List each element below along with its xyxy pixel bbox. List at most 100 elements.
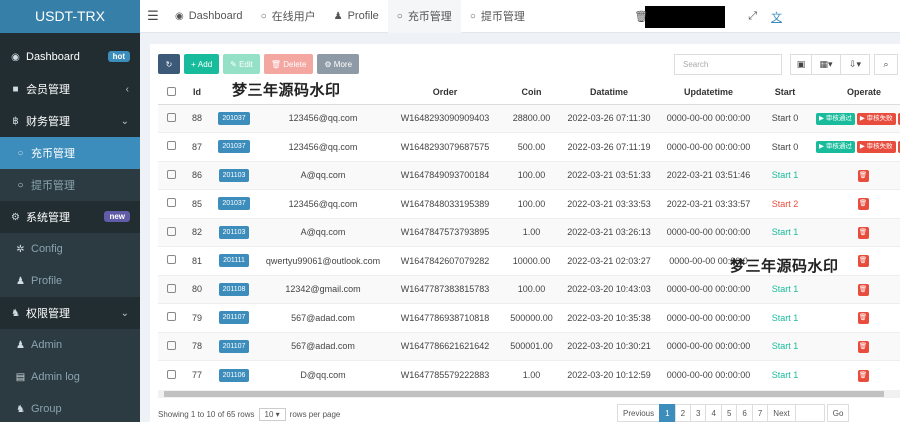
row-checkbox[interactable] [166, 312, 176, 322]
add-button[interactable]: + Add [184, 54, 220, 74]
col-coin[interactable]: Coin [502, 81, 561, 105]
row-checkbox[interactable] [166, 112, 176, 122]
tab-dashboard[interactable]: ◉ Dashboard [166, 0, 252, 33]
more-button[interactable]: ⚙ More [317, 54, 360, 74]
columns-button[interactable]: ▦▾ [811, 54, 841, 75]
table-row[interactable]: 82 201103 A@qq.com W1647847573793895 1.0… [158, 217, 900, 247]
page-4-button[interactable]: 4 [705, 404, 722, 422]
col-updatetime[interactable]: Updatetime [657, 81, 760, 105]
row-checkbox[interactable] [166, 340, 176, 350]
table-row[interactable]: 79 201107 567@adad.com W1647786938710818… [158, 303, 900, 332]
approve-button[interactable]: ▶ 审核通过 [816, 112, 855, 125]
search-input[interactable]: Search [674, 54, 782, 75]
row-checkbox[interactable] [166, 283, 176, 293]
language-icon[interactable]: 文 [771, 9, 782, 25]
refresh-button[interactable]: ↻ [158, 54, 180, 74]
sidebar-item-admin-log[interactable]: ▤ Admin log [0, 361, 140, 393]
approve-button[interactable]: ▶ 审核通过 [816, 141, 855, 154]
trash-icon[interactable]: 🗑 [634, 10, 648, 23]
user-id-badge[interactable]: 201103 [218, 168, 250, 182]
page-size-select[interactable]: 10 ▾ [258, 408, 286, 421]
table-row[interactable]: 85 201037 123456@qq.com W164784803319538… [158, 189, 900, 218]
page-jump-input[interactable] [794, 404, 825, 422]
horizontal-scrollbar[interactable] [158, 390, 900, 398]
table-row[interactable]: 88 201037 123456@qq.com W164829309090940… [158, 103, 900, 133]
cell-updatetime: 2022-03-21 03:51:46 [657, 160, 760, 190]
page-6-button[interactable]: 6 [736, 404, 753, 422]
user-id-badge[interactable]: 201103 [218, 225, 250, 239]
sidebar-item-profile[interactable]: ♟ Profile [0, 265, 140, 297]
tab-deposit[interactable]: ○ 充币管理 [387, 0, 461, 33]
sidebar-item-withdraw[interactable]: ○ 提币管理 [0, 169, 140, 201]
table-row[interactable]: 78 201107 567@adad.com W1647786621621642… [158, 331, 900, 361]
col-order[interactable]: Order [388, 81, 502, 105]
sidebar-item-admin[interactable]: ♟ Admin [0, 329, 140, 361]
table-row[interactable]: 87 201037 123456@qq.com W164829307968757… [158, 132, 900, 161]
sidebar-item-deposit[interactable]: ○ 充币管理 [0, 137, 140, 169]
advanced-search-button[interactable]: ⌕ [874, 54, 898, 75]
user-id-badge[interactable]: 201111 [219, 254, 249, 268]
col-id[interactable]: Id [184, 81, 210, 105]
page-1-button[interactable]: 1 [659, 404, 676, 422]
col-start[interactable]: Start [760, 81, 810, 105]
row-checkbox[interactable] [166, 141, 176, 151]
page-3-button[interactable]: 3 [690, 404, 707, 422]
delete-button[interactable]: 🗑 Delete [263, 54, 314, 74]
tab-online-users[interactable]: ○ 在线用户 [252, 0, 325, 33]
select-all-checkbox[interactable] [166, 86, 176, 96]
delete-row-button[interactable]: 🗑 [857, 226, 869, 239]
row-checkbox[interactable] [166, 169, 176, 179]
export-button[interactable]: ⇩▾ [840, 54, 870, 75]
delete-row-button[interactable]: 🗑 [857, 198, 869, 211]
scrollbar-thumb[interactable] [164, 391, 884, 397]
toggle-view-button[interactable]: ▣ [790, 54, 812, 75]
sidebar-item-config[interactable]: ✲ Config [0, 233, 140, 265]
sidebar-item-system[interactable]: ⚙ 系统管理 new [0, 201, 140, 233]
table-row[interactable]: 77 201106 D@qq.com W1647785579222883 1.0… [158, 360, 900, 389]
user-id-badge[interactable]: 201037 [218, 140, 250, 154]
sidebar-item-group[interactable]: ♞ Group [0, 393, 140, 422]
row-checkbox[interactable] [166, 255, 176, 265]
user-id-badge[interactable]: 201037 [218, 111, 250, 125]
user-id-badge[interactable]: 201037 [218, 197, 250, 211]
page-2-button[interactable]: 2 [674, 404, 692, 422]
delete-row-button[interactable]: 🗑 [857, 369, 869, 382]
user-id-badge[interactable]: 201107 [218, 339, 250, 353]
sidebar-item-members[interactable]: ■ 会员管理 ‹ [0, 73, 140, 105]
row-checkbox[interactable] [166, 226, 176, 236]
row-checkbox[interactable] [166, 369, 176, 379]
next-page-button[interactable]: Next [767, 404, 796, 422]
cell-id: 86 [184, 160, 210, 190]
user-id-badge[interactable]: 201106 [218, 368, 250, 382]
fullscreen-icon[interactable]: ⤢ [748, 10, 757, 23]
edit-button[interactable]: ✎ Edit [223, 54, 260, 74]
page-5-button[interactable]: 5 [720, 404, 738, 422]
cell-id: 79 [184, 303, 210, 332]
prev-page-button[interactable]: Previous [617, 404, 661, 422]
go-button[interactable]: Go [826, 404, 850, 422]
cell-updatetime: 0000-00-00 00:00:00 [657, 360, 760, 389]
tab-withdraw[interactable]: ○ 提币管理 [461, 0, 534, 33]
deposit-table: Id Order Coin Datatime Updatetime Start … [158, 81, 900, 389]
user-id-badge[interactable]: 201107 [218, 311, 250, 325]
delete-row-button[interactable]: 🗑 [857, 340, 869, 353]
delete-row-button[interactable]: 🗑 [857, 255, 869, 268]
col-datatime[interactable]: Datatime [561, 81, 657, 105]
sidebar-item-permissions[interactable]: ♞ 权限管理 ⌄ [0, 297, 140, 329]
delete-row-button[interactable]: 🗑 [857, 283, 869, 296]
reject-button[interactable]: ▶ 审核失败 [856, 112, 896, 125]
row-checkbox[interactable] [166, 198, 176, 208]
menu-toggle-icon[interactable]: ☰ [140, 8, 166, 24]
sidebar-item-dashboard[interactable]: ◉ Dashboard hot [0, 41, 140, 73]
delete-row-button[interactable]: 🗑 [857, 312, 869, 325]
cell-coin: 1.00 [502, 217, 561, 247]
tab-profile[interactable]: ♟ Profile [325, 0, 388, 33]
delete-row-button[interactable]: 🗑 [857, 169, 869, 182]
table-row[interactable]: 80 201108 12342@gmail.com W1647787383815… [158, 274, 900, 304]
brand-logo[interactable]: USDT-TRX [0, 0, 140, 33]
reject-button[interactable]: ▶ 审核失败 [856, 141, 896, 154]
table-row[interactable]: 86 201103 A@qq.com W1647849093700184 100… [158, 160, 900, 190]
user-id-badge[interactable]: 201108 [218, 282, 250, 296]
page-7-button[interactable]: 7 [751, 404, 769, 422]
sidebar-item-finance[interactable]: ฿ 财务管理 ⌄ [0, 105, 140, 137]
